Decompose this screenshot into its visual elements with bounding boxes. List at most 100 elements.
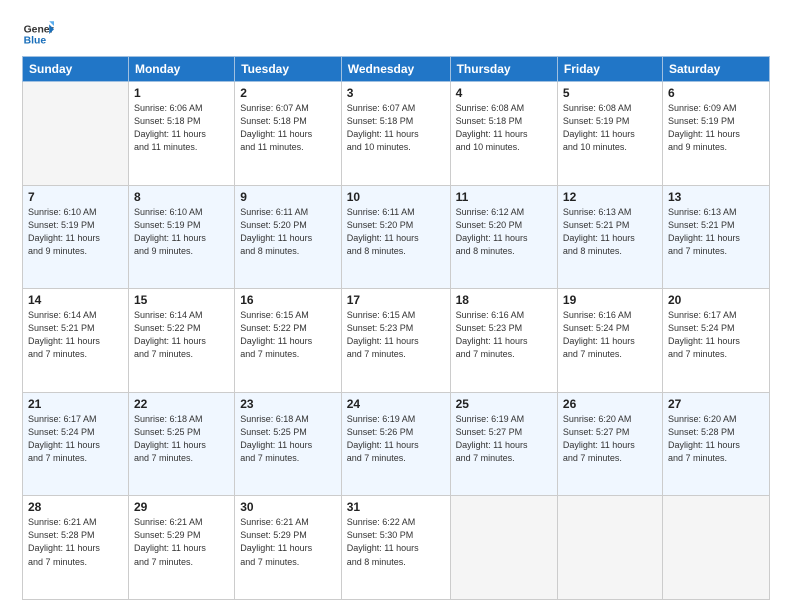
day-number: 18 <box>456 293 552 307</box>
day-number: 28 <box>28 500 123 514</box>
day-info: Sunrise: 6:10 AMSunset: 5:19 PMDaylight:… <box>134 206 229 258</box>
calendar-cell: 9 Sunrise: 6:11 AMSunset: 5:20 PMDaylight… <box>235 185 342 289</box>
logo: General Blue <box>22 18 58 50</box>
day-number: 20 <box>668 293 764 307</box>
day-info: Sunrise: 6:21 AMSunset: 5:29 PMDaylight:… <box>240 516 336 568</box>
day-info: Sunrise: 6:21 AMSunset: 5:28 PMDaylight:… <box>28 516 123 568</box>
day-number: 13 <box>668 190 764 204</box>
day-info: Sunrise: 6:20 AMSunset: 5:27 PMDaylight:… <box>563 413 657 465</box>
calendar-cell: 15 Sunrise: 6:14 AMSunset: 5:22 PMDayligh… <box>128 289 234 393</box>
day-info: Sunrise: 6:11 AMSunset: 5:20 PMDaylight:… <box>240 206 336 258</box>
day-number: 1 <box>134 86 229 100</box>
calendar-cell: 2 Sunrise: 6:07 AMSunset: 5:18 PMDaylight… <box>235 82 342 186</box>
calendar-cell: 14 Sunrise: 6:14 AMSunset: 5:21 PMDayligh… <box>23 289 129 393</box>
day-info: Sunrise: 6:07 AMSunset: 5:18 PMDaylight:… <box>240 102 336 154</box>
calendar-cell: 18 Sunrise: 6:16 AMSunset: 5:23 PMDayligh… <box>450 289 557 393</box>
calendar-cell: 20Sunrise: 6:17 AMSunset: 5:24 PMDayligh… <box>662 289 769 393</box>
calendar-table: SundayMondayTuesdayWednesdayThursdayFrid… <box>22 56 770 600</box>
calendar-cell: 19Sunrise: 6:16 AMSunset: 5:24 PMDayligh… <box>557 289 662 393</box>
day-number: 2 <box>240 86 336 100</box>
day-info: Sunrise: 6:18 AMSunset: 5:25 PMDaylight:… <box>134 413 229 465</box>
svg-text:Blue: Blue <box>24 36 47 47</box>
day-info: Sunrise: 6:08 AMSunset: 5:18 PMDaylight:… <box>456 102 552 154</box>
calendar-cell: 27Sunrise: 6:20 AMSunset: 5:28 PMDayligh… <box>662 392 769 496</box>
calendar-cell <box>450 496 557 600</box>
day-number: 12 <box>563 190 657 204</box>
calendar-header-row: SundayMondayTuesdayWednesdayThursdayFrid… <box>23 57 770 82</box>
day-number: 24 <box>347 397 445 411</box>
day-info: Sunrise: 6:15 AMSunset: 5:22 PMDaylight:… <box>240 309 336 361</box>
calendar-cell <box>662 496 769 600</box>
day-info: Sunrise: 6:06 AMSunset: 5:18 PMDaylight:… <box>134 102 229 154</box>
day-info: Sunrise: 6:22 AMSunset: 5:30 PMDaylight:… <box>347 516 445 568</box>
day-info: Sunrise: 6:20 AMSunset: 5:28 PMDaylight:… <box>668 413 764 465</box>
day-number: 8 <box>134 190 229 204</box>
calendar-cell: 17Sunrise: 6:15 AMSunset: 5:23 PMDayligh… <box>341 289 450 393</box>
calendar-weekday-friday: Friday <box>557 57 662 82</box>
day-number: 11 <box>456 190 552 204</box>
day-number: 30 <box>240 500 336 514</box>
logo-icon: General Blue <box>22 18 54 50</box>
day-number: 4 <box>456 86 552 100</box>
day-info: Sunrise: 6:17 AMSunset: 5:24 PMDaylight:… <box>28 413 123 465</box>
day-number: 19 <box>563 293 657 307</box>
calendar-cell: 12 Sunrise: 6:13 AMSunset: 5:21 PMDayligh… <box>557 185 662 289</box>
day-number: 22 <box>134 397 229 411</box>
calendar-cell: 13 Sunrise: 6:13 AMSunset: 5:21 PMDayligh… <box>662 185 769 289</box>
calendar-weekday-monday: Monday <box>128 57 234 82</box>
day-info: Sunrise: 6:11 AMSunset: 5:20 PMDaylight:… <box>347 206 445 258</box>
day-info: Sunrise: 6:19 AMSunset: 5:26 PMDaylight:… <box>347 413 445 465</box>
day-number: 3 <box>347 86 445 100</box>
calendar-cell: 16 Sunrise: 6:15 AMSunset: 5:22 PMDayligh… <box>235 289 342 393</box>
calendar-cell: 22 Sunrise: 6:18 AMSunset: 5:25 PMDayligh… <box>128 392 234 496</box>
day-info: Sunrise: 6:14 AMSunset: 5:21 PMDaylight:… <box>28 309 123 361</box>
calendar-weekday-tuesday: Tuesday <box>235 57 342 82</box>
day-number: 7 <box>28 190 123 204</box>
day-info: Sunrise: 6:10 AMSunset: 5:19 PMDaylight:… <box>28 206 123 258</box>
calendar-cell: 1 Sunrise: 6:06 AMSunset: 5:18 PMDaylight… <box>128 82 234 186</box>
calendar-cell: 11 Sunrise: 6:12 AMSunset: 5:20 PMDayligh… <box>450 185 557 289</box>
day-number: 21 <box>28 397 123 411</box>
day-number: 25 <box>456 397 552 411</box>
day-info: Sunrise: 6:16 AMSunset: 5:23 PMDaylight:… <box>456 309 552 361</box>
day-number: 14 <box>28 293 123 307</box>
calendar-cell: 8 Sunrise: 6:10 AMSunset: 5:19 PMDaylight… <box>128 185 234 289</box>
page: General Blue SundayMondayTuesdayWednesda… <box>0 0 792 612</box>
calendar-cell: 30 Sunrise: 6:21 AMSunset: 5:29 PMDayligh… <box>235 496 342 600</box>
day-info: Sunrise: 6:14 AMSunset: 5:22 PMDaylight:… <box>134 309 229 361</box>
calendar-cell: 25 Sunrise: 6:19 AMSunset: 5:27 PMDayligh… <box>450 392 557 496</box>
day-number: 9 <box>240 190 336 204</box>
calendar-cell: 3 Sunrise: 6:07 AMSunset: 5:18 PMDaylight… <box>341 82 450 186</box>
calendar-cell: 28 Sunrise: 6:21 AMSunset: 5:28 PMDayligh… <box>23 496 129 600</box>
calendar-cell: 7 Sunrise: 6:10 AMSunset: 5:19 PMDaylight… <box>23 185 129 289</box>
day-info: Sunrise: 6:13 AMSunset: 5:21 PMDaylight:… <box>668 206 764 258</box>
calendar-week-row: 21 Sunrise: 6:17 AMSunset: 5:24 PMDayligh… <box>23 392 770 496</box>
day-number: 16 <box>240 293 336 307</box>
calendar-weekday-sunday: Sunday <box>23 57 129 82</box>
calendar-weekday-thursday: Thursday <box>450 57 557 82</box>
day-number: 15 <box>134 293 229 307</box>
day-info: Sunrise: 6:09 AMSunset: 5:19 PMDaylight:… <box>668 102 764 154</box>
calendar-week-row: 7 Sunrise: 6:10 AMSunset: 5:19 PMDaylight… <box>23 185 770 289</box>
day-number: 23 <box>240 397 336 411</box>
day-number: 6 <box>668 86 764 100</box>
calendar-cell <box>557 496 662 600</box>
day-info: Sunrise: 6:12 AMSunset: 5:20 PMDaylight:… <box>456 206 552 258</box>
calendar-cell: 21 Sunrise: 6:17 AMSunset: 5:24 PMDayligh… <box>23 392 129 496</box>
day-number: 17 <box>347 293 445 307</box>
day-number: 10 <box>347 190 445 204</box>
day-info: Sunrise: 6:21 AMSunset: 5:29 PMDaylight:… <box>134 516 229 568</box>
day-number: 29 <box>134 500 229 514</box>
day-info: Sunrise: 6:13 AMSunset: 5:21 PMDaylight:… <box>563 206 657 258</box>
calendar-week-row: 1 Sunrise: 6:06 AMSunset: 5:18 PMDaylight… <box>23 82 770 186</box>
header: General Blue <box>22 18 770 50</box>
calendar-cell: 24 Sunrise: 6:19 AMSunset: 5:26 PMDayligh… <box>341 392 450 496</box>
calendar-cell: 23 Sunrise: 6:18 AMSunset: 5:25 PMDayligh… <box>235 392 342 496</box>
day-number: 31 <box>347 500 445 514</box>
day-info: Sunrise: 6:18 AMSunset: 5:25 PMDaylight:… <box>240 413 336 465</box>
calendar-weekday-wednesday: Wednesday <box>341 57 450 82</box>
calendar-cell <box>23 82 129 186</box>
day-info: Sunrise: 6:19 AMSunset: 5:27 PMDaylight:… <box>456 413 552 465</box>
day-number: 5 <box>563 86 657 100</box>
day-info: Sunrise: 6:07 AMSunset: 5:18 PMDaylight:… <box>347 102 445 154</box>
